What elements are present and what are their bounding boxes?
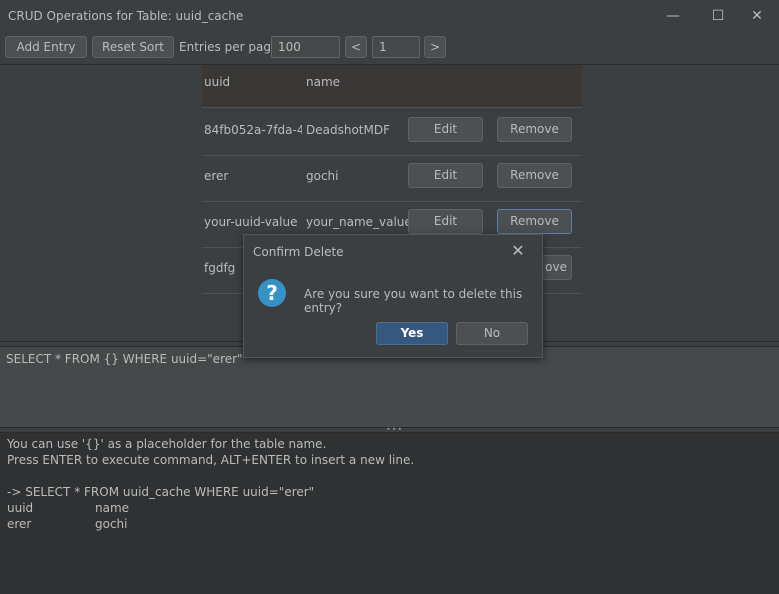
cell-name: DeadshotMDF (306, 123, 390, 137)
result-header-name: name (95, 501, 130, 515)
no-button[interactable]: No (456, 322, 528, 345)
dialog-close-icon[interactable]: ✕ (506, 239, 530, 263)
entries-per-page-label: Entries per page: (179, 40, 283, 54)
remove-button[interactable]: Remove (497, 117, 572, 142)
sql-query-text: SELECT * FROM {} WHERE uuid="erer" (6, 352, 243, 366)
column-header-uuid[interactable]: uuid (204, 75, 230, 89)
row-divider (202, 155, 582, 156)
entries-per-page-input[interactable]: 100 (271, 36, 340, 58)
output-line: -> SELECT * FROM uuid_cache WHERE uuid="… (7, 485, 315, 499)
yes-button[interactable]: Yes (376, 322, 448, 345)
cell-uuid: your-uuid-value (204, 215, 298, 229)
column-header-name[interactable]: name (306, 75, 340, 89)
row-divider (202, 107, 582, 108)
minimize-icon[interactable]: — (651, 0, 695, 32)
edit-button[interactable]: Edit (408, 117, 483, 142)
result-header-uuid: uuid (7, 501, 34, 515)
result-cell-name: gochi (95, 517, 128, 531)
cell-name: your_name_value (306, 215, 412, 229)
table-header: uuid name (202, 65, 582, 107)
add-entry-button[interactable]: Add Entry (5, 36, 87, 58)
output-line: You can use '{}' as a placeholder for th… (7, 437, 327, 451)
edit-button[interactable]: Edit (408, 209, 483, 234)
cell-uuid: 84fb052a-7fda-4... (204, 123, 302, 137)
page-number-input[interactable]: 1 (372, 36, 420, 58)
close-icon[interactable]: ✕ (735, 0, 779, 32)
maximize-icon[interactable]: ☐ (696, 0, 740, 32)
dialog-title: Confirm Delete (253, 245, 344, 259)
remove-button[interactable]: Remove (497, 209, 572, 234)
question-icon: ? (258, 279, 286, 307)
remove-button[interactable]: Remove (497, 163, 572, 188)
cell-name: gochi (306, 169, 339, 183)
output-console: You can use '{}' as a placeholder for th… (0, 432, 779, 594)
prev-page-button[interactable]: < (345, 36, 367, 58)
toolbar: Add Entry Reset Sort Entries per page: 1… (0, 33, 779, 61)
window-title: CRUD Operations for Table: uuid_cache (8, 9, 244, 23)
split-pane-handle[interactable]: ••• (386, 426, 402, 434)
output-line: Press ENTER to execute command, ALT+ENTE… (7, 453, 415, 467)
sql-editor[interactable]: SELECT * FROM {} WHERE uuid="erer" (0, 346, 779, 428)
result-cell-uuid: erer (7, 517, 32, 531)
dialog-message: Are you sure you want to delete this ent… (304, 287, 523, 315)
next-page-button[interactable]: > (424, 36, 446, 58)
cell-uuid: erer (204, 169, 229, 183)
title-bar: CRUD Operations for Table: uuid_cache — … (0, 0, 779, 32)
edit-button[interactable]: Edit (408, 163, 483, 188)
row-divider (202, 201, 582, 202)
confirm-delete-dialog: Confirm Delete ✕ ? Are you sure you want… (243, 234, 543, 358)
reset-sort-button[interactable]: Reset Sort (92, 36, 174, 58)
